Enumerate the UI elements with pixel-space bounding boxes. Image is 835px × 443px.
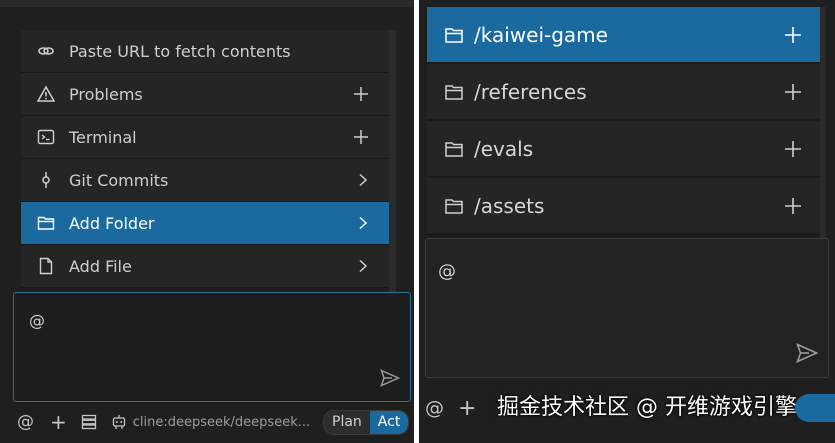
folder-label: /kaiwei-game <box>474 22 608 47</box>
right-panel: /kaiwei-game /references /evals /assets … <box>419 0 835 443</box>
top-strip <box>0 0 414 7</box>
folder-label: /evals <box>474 136 534 161</box>
terminal-icon <box>37 128 55 146</box>
send-icon[interactable] <box>380 369 401 391</box>
folder-item-assets[interactable]: /assets <box>427 178 820 235</box>
mention-button[interactable]: @ <box>425 397 444 419</box>
menu-item-problems[interactable]: Problems <box>21 73 389 116</box>
chat-input[interactable]: @ <box>425 238 829 378</box>
plus-icon[interactable] <box>353 116 369 158</box>
chevron-right-icon[interactable] <box>357 245 369 287</box>
menu-item-git-commits[interactable]: Git Commits <box>21 159 389 202</box>
menu-item-label: Problems <box>69 84 143 104</box>
folder-icon <box>444 82 464 102</box>
chat-input-text: @ <box>438 261 456 282</box>
menu-item-label: Add File <box>69 256 132 276</box>
folder-icon <box>444 25 464 45</box>
chevron-right-icon[interactable] <box>357 202 369 244</box>
menu-item-add-file[interactable]: Add File <box>21 245 389 288</box>
folder-item-kaiwei-game[interactable]: /kaiwei-game <box>427 7 820 64</box>
add-context-button[interactable]: + <box>458 396 476 421</box>
act-button[interactable]: Act <box>369 411 409 434</box>
warning-icon <box>37 85 55 103</box>
watermark: 掘金技术社区 @ 开维游戏引擎 <box>497 395 797 420</box>
left-panel: Paste URL to fetch contents Problems Ter… <box>0 0 414 443</box>
folder-item-references[interactable]: /references <box>427 64 820 121</box>
menu-scrollbar[interactable] <box>389 30 396 292</box>
file-icon <box>37 257 55 275</box>
git-commit-icon <box>37 171 55 189</box>
plus-icon[interactable] <box>784 64 802 119</box>
folder-list: /kaiwei-game /references /evals /assets <box>427 7 820 235</box>
menu-item-label: Add Folder <box>69 213 155 233</box>
server-icon[interactable] <box>81 411 97 433</box>
folder-label: /assets <box>474 193 545 218</box>
plus-icon[interactable] <box>784 7 802 62</box>
menu-item-label: Git Commits <box>69 170 169 190</box>
add-context-button[interactable]: + <box>50 410 67 434</box>
robot-icon[interactable] <box>111 411 127 433</box>
plus-icon[interactable] <box>353 73 369 115</box>
chevron-right-icon[interactable] <box>357 159 369 201</box>
folder-icon <box>444 139 464 159</box>
chat-input[interactable]: @ <box>13 292 411 402</box>
menu-item-terminal[interactable]: Terminal <box>21 116 389 159</box>
folder-list-scrollbar[interactable] <box>820 7 826 238</box>
folder-item-evals[interactable]: /evals <box>427 121 820 178</box>
plan-button[interactable]: Plan <box>324 411 370 434</box>
bottom-toolbar: @ + 掘金技术社区 @ 开维游戏引擎 <box>419 388 835 428</box>
context-menu: Paste URL to fetch contents Problems Ter… <box>21 30 389 288</box>
plus-icon[interactable] <box>784 121 802 176</box>
plus-icon[interactable] <box>784 178 802 233</box>
bottom-toolbar: @ + cline:deepseek/deepseek... Plan Act <box>0 404 414 440</box>
mention-button[interactable]: @ <box>17 411 34 433</box>
folder-label: /references <box>474 79 587 104</box>
plan-act-toggle[interactable]: Plan Act <box>323 410 410 435</box>
model-selector[interactable]: cline:deepseek/deepseek... <box>133 415 319 430</box>
chat-input-text: @ <box>29 311 45 330</box>
menu-item-add-folder[interactable]: Add Folder <box>21 202 389 245</box>
folder-icon <box>444 196 464 216</box>
act-button[interactable] <box>795 394 835 422</box>
send-icon[interactable] <box>796 343 819 367</box>
menu-item-label: Paste URL to fetch contents <box>69 41 291 61</box>
link-icon <box>37 42 55 60</box>
menu-item-paste-url[interactable]: Paste URL to fetch contents <box>21 30 389 73</box>
folder-icon <box>37 214 55 232</box>
menu-item-label: Terminal <box>69 127 137 147</box>
